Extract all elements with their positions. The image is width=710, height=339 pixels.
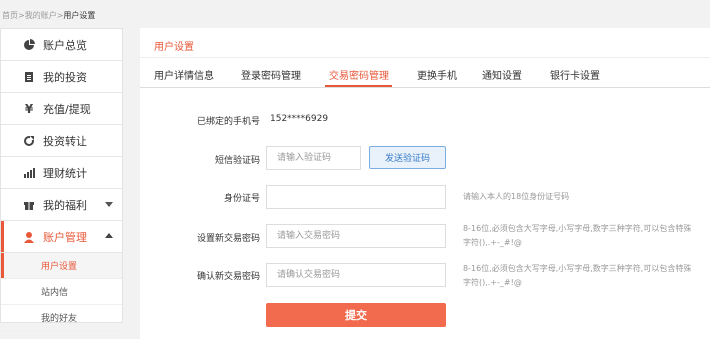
new-password-input[interactable]: [266, 224, 446, 248]
sidebar-item-investments[interactable]: 我的投资: [1, 61, 122, 93]
breadcrumb: 首页>我的账户>用户设置: [2, 10, 95, 21]
id-number-hint: 请输入本人的18位身份证号码: [463, 192, 570, 201]
tab-login-password[interactable]: 登录密码管理: [241, 67, 301, 82]
sidebar-subitem-friends[interactable]: 我的好友: [1, 305, 122, 331]
sidebar-item-label: 我的福利: [43, 198, 87, 212]
sms-code-label: 短信验证码: [214, 156, 260, 166]
tab-notifications[interactable]: 通知设置: [482, 67, 522, 82]
id-number-label: 身份证号: [223, 194, 260, 204]
main-panel: 用户设置 用户详情信息 登录密码管理 交易密码管理 更换手机 通知设置 银行卡设…: [140, 28, 710, 339]
sidebar-subitem-messages[interactable]: 站内信: [1, 279, 122, 305]
bar-chart-icon: [23, 167, 35, 179]
sidebar-item-label: 充值/提现: [43, 102, 91, 116]
tab-user-details[interactable]: 用户详情信息: [154, 67, 214, 82]
document-icon: [23, 71, 35, 83]
pie-chart-icon: [23, 38, 35, 51]
gift-icon: [23, 199, 35, 211]
id-number-input[interactable]: [266, 185, 446, 209]
sidebar-item-label: 账户总览: [43, 38, 87, 52]
submit-button[interactable]: 提交: [266, 303, 446, 327]
sidebar-item-label: 账户管理: [43, 230, 87, 244]
sidebar-item-overview[interactable]: 账户总览: [1, 29, 122, 61]
breadcrumb-current: 用户设置: [63, 11, 96, 20]
confirm-password-label: 确认新交易密码: [196, 272, 260, 282]
tab-change-phone[interactable]: 更换手机: [417, 67, 457, 82]
sidebar-item-recharge[interactable]: ¥ 充值/提现: [1, 93, 122, 125]
sms-code-input[interactable]: [266, 146, 361, 170]
chevron-up-icon[interactable]: [105, 233, 113, 238]
phone-value: 152****6929: [270, 114, 329, 124]
yen-icon: ¥: [24, 101, 34, 116]
sidebar-item-label: 我的投资: [43, 70, 87, 84]
tab-bank-card[interactable]: 银行卡设置: [550, 67, 600, 82]
new-password-label: 设置新交易密码: [196, 234, 260, 244]
confirm-password-hint: 8-16位,必须包含大写字母,小写字母,数字三种字符,可以包含特殊字符(),.+…: [463, 264, 692, 287]
sidebar: 账户总览 我的投资 ¥ 充值/提现 投资转让 理财统计 我的福利 账户管理 用户…: [0, 28, 123, 331]
sidebar-subitem-user-settings[interactable]: 用户设置: [1, 253, 122, 279]
breadcrumb-separator: >: [18, 11, 25, 20]
page-title: 用户设置: [154, 42, 194, 53]
breadcrumb-home[interactable]: 首页: [2, 11, 18, 20]
sidebar-item-label: 理财统计: [43, 166, 87, 180]
tab-trade-password[interactable]: 交易密码管理: [329, 67, 389, 82]
active-tab-underline: [325, 85, 392, 87]
sidebar-item-transfer[interactable]: 投资转让: [1, 125, 122, 157]
user-icon: [23, 231, 35, 243]
breadcrumb-account[interactable]: 我的账户: [25, 11, 57, 20]
confirm-password-input[interactable]: [266, 263, 446, 287]
send-code-button[interactable]: 发送验证码: [369, 146, 446, 169]
sidebar-item-welfare[interactable]: 我的福利: [1, 189, 122, 221]
chevron-down-icon[interactable]: [105, 202, 113, 207]
sidebar-item-statistics[interactable]: 理财统计: [1, 157, 122, 189]
new-password-hint: 8-16位,必须包含大写字母,小写字母,数字三种字符,可以包含特殊字符(),.+…: [463, 224, 692, 247]
sidebar-item-label: 投资转让: [43, 134, 87, 148]
sidebar-item-account-management[interactable]: 账户管理: [1, 221, 122, 253]
tab-bar: 用户详情信息 登录密码管理 交易密码管理 更换手机 通知设置 银行卡设置: [140, 58, 710, 88]
refresh-icon: [23, 134, 35, 147]
phone-label: 已绑定的手机号: [196, 117, 260, 127]
